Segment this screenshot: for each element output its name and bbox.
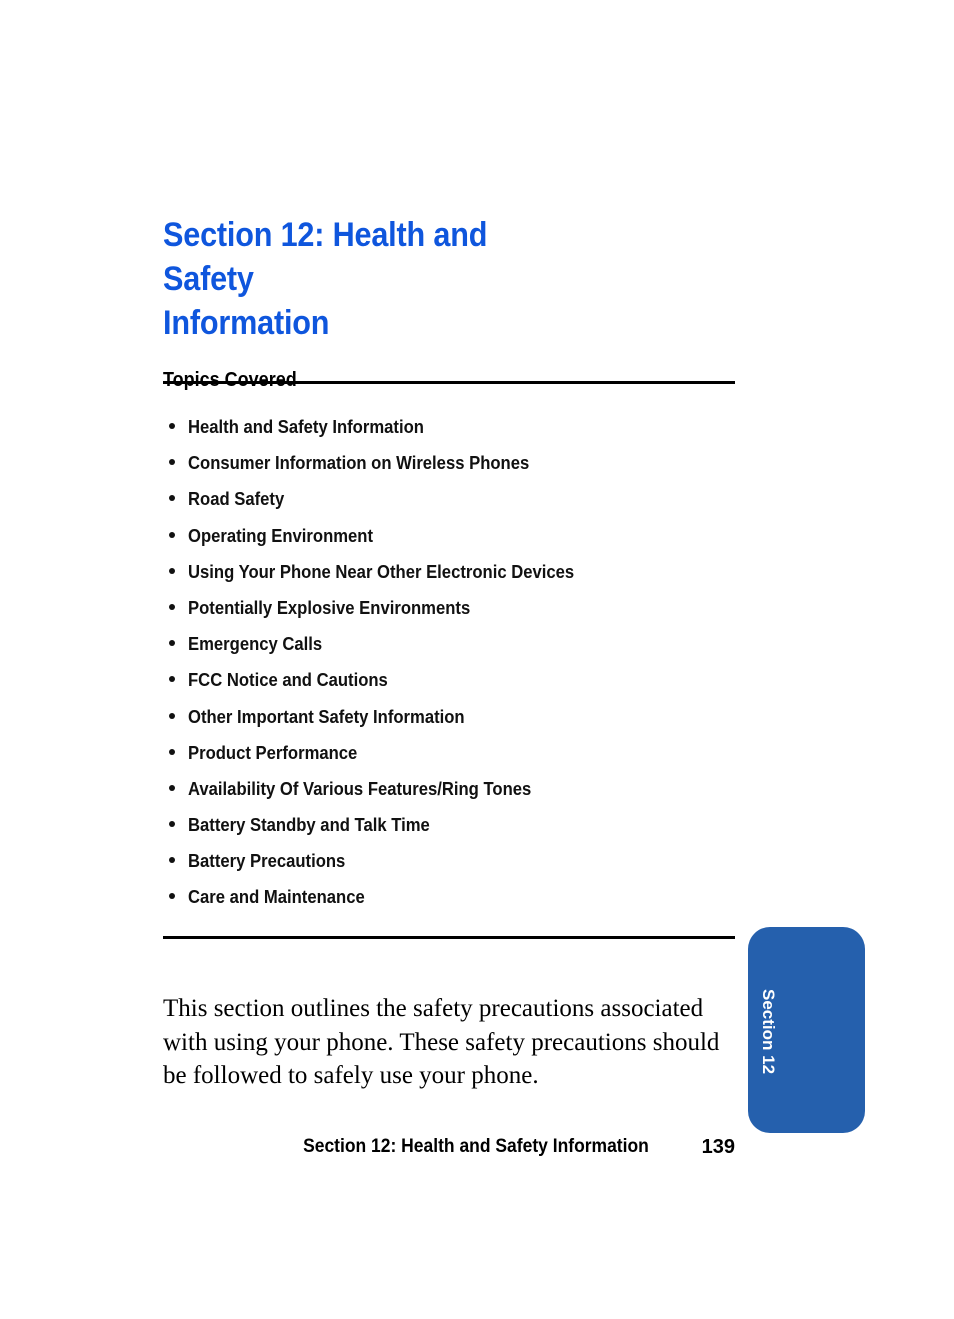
manual-page: Section 12: Health and Safety Information…: [0, 0, 954, 1319]
intro-paragraph: This section outlines the safety precaut…: [163, 995, 720, 1089]
list-item: Health and Safety Information: [163, 414, 743, 450]
list-item: Availability Of Various Features/Ring To…: [163, 776, 743, 812]
bullet-icon: [169, 821, 175, 828]
section-side-tab-label: Section 12: [759, 989, 778, 1075]
list-item: Product Performance: [163, 740, 743, 776]
list-item-label: Battery Standby and Talk Time: [188, 814, 430, 836]
bullet-icon: [169, 748, 175, 755]
bullet-icon: [169, 712, 175, 719]
bullet-icon: [169, 784, 175, 791]
list-item-label: Product Performance: [188, 741, 358, 763]
list-item-label: Using Your Phone Near Other Electronic D…: [188, 560, 575, 582]
list-item: Operating Environment: [163, 523, 743, 559]
list-item: Potentially Explosive Environments: [163, 595, 743, 631]
list-item-label: Availability Of Various Features/Ring To…: [188, 777, 532, 799]
footer-page-number: 139: [701, 1136, 735, 1158]
list-item: Battery Standby and Talk Time: [163, 812, 743, 848]
list-item-label: Potentially Explosive Environments: [188, 596, 471, 618]
list-item-label: Road Safety: [188, 488, 285, 510]
list-item-label: FCC Notice and Cautions: [188, 669, 388, 691]
list-item: Road Safety: [163, 486, 743, 522]
divider-top: [163, 381, 735, 384]
list-item: Care and Maintenance: [163, 884, 743, 920]
list-item: Battery Precautions: [163, 848, 743, 884]
bullet-icon: [169, 603, 175, 610]
bullet-icon: [169, 495, 175, 502]
bullet-icon: [169, 676, 175, 683]
list-item-label: Other Important Safety Information: [188, 705, 465, 727]
list-item: Emergency Calls: [163, 631, 743, 667]
list-item-label: Operating Environment: [188, 524, 374, 546]
bullet-icon: [169, 531, 175, 538]
page-footer: Section 12: Health and Safety Informatio…: [163, 1134, 735, 1162]
bullet-icon: [169, 640, 175, 647]
list-item-label: Battery Precautions: [188, 850, 346, 872]
list-item-label: Emergency Calls: [188, 633, 323, 655]
bullet-icon: [169, 459, 175, 466]
bullet-icon: [169, 857, 175, 864]
divider-bottom: [163, 936, 735, 939]
section-side-tab: Section 12: [748, 927, 865, 1133]
list-item-label: Consumer Information on Wireless Phones: [188, 452, 530, 474]
page-title-line-1: Section 12: Health and Safety: [163, 215, 488, 298]
page-title-line-2: Information: [163, 303, 330, 342]
list-item: Other Important Safety Information: [163, 704, 743, 740]
bullet-icon: [169, 423, 175, 429]
bullet-icon: [169, 893, 175, 900]
list-item: Using Your Phone Near Other Electronic D…: [163, 559, 743, 595]
topics-covered-heading: Topics Covered: [163, 368, 297, 391]
page-title: Section 12: Health and Safety Information: [163, 213, 586, 345]
topics-list: Health and Safety Information Consumer I…: [163, 414, 743, 921]
bullet-icon: [169, 567, 175, 574]
list-item-label: Care and Maintenance: [188, 886, 365, 908]
list-item: FCC Notice and Cautions: [163, 667, 743, 703]
list-item-label: Health and Safety Information: [188, 416, 424, 437]
list-item: Consumer Information on Wireless Phones: [163, 450, 743, 486]
footer-section-title: Section 12: Health and Safety Informatio…: [303, 1136, 649, 1157]
